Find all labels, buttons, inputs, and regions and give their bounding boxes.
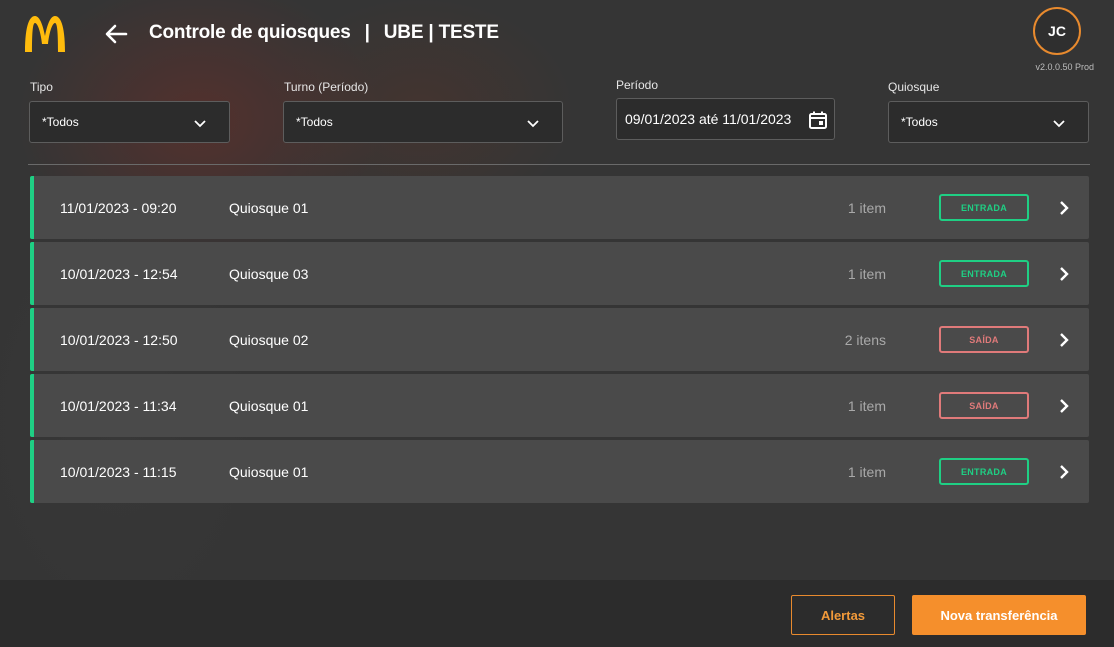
status-badge: SAÍDA [939,326,1029,353]
transfer-kiosk: Quiosque 01 [229,200,309,216]
transfer-row[interactable]: 10/01/2023 - 12:50 Quiosque 02 2 itens S… [30,308,1089,371]
quiosque-label: Quiosque [888,80,940,94]
chevron-down-icon [527,120,539,128]
transfer-row[interactable]: 10/01/2023 - 11:34 Quiosque 01 1 item SA… [30,374,1089,437]
quiosque-select-value: *Todos [901,115,938,129]
turno-select-value: *Todos [296,115,333,129]
footer-bar: Alertas Nova transferência [0,580,1114,647]
transfer-datetime: 10/01/2023 - 12:54 [60,266,178,282]
new-transfer-button[interactable]: Nova transferência [912,595,1086,635]
transfer-datetime: 10/01/2023 - 12:50 [60,332,178,348]
transfer-item-count: 1 item [847,464,886,480]
page-title: Controle de quiosques | UBE | TESTE [149,22,499,44]
transfer-row[interactable]: 11/01/2023 - 09:20 Quiosque 01 1 item EN… [30,176,1089,239]
tipo-select[interactable]: *Todos [29,101,230,143]
transfer-item-count: 1 item [847,200,886,216]
periodo-value: 09/01/2023 até 11/01/2023 [625,111,792,127]
transfer-list: 11/01/2023 - 09:20 Quiosque 01 1 item EN… [30,176,1089,506]
store-name: UBE | TESTE [383,22,499,43]
transfer-kiosk: Quiosque 03 [229,266,309,282]
alerts-button[interactable]: Alertas [791,595,895,635]
calendar-icon[interactable] [808,110,828,130]
chevron-right-icon[interactable] [1056,266,1072,282]
transfer-item-count: 1 item [847,266,886,282]
quiosque-select[interactable]: *Todos [888,101,1089,143]
chevron-right-icon[interactable] [1056,200,1072,216]
chevron-right-icon[interactable] [1056,398,1072,414]
status-badge: ENTRADA [939,194,1029,221]
transfer-item-count: 1 item [847,398,886,414]
page-title-text: Controle de quiosques [149,22,351,43]
transfer-datetime: 11/01/2023 - 09:20 [60,200,177,216]
transfer-kiosk: Quiosque 02 [229,332,309,348]
transfer-datetime: 10/01/2023 - 11:34 [60,398,177,414]
transfer-kiosk: Quiosque 01 [229,398,309,414]
arrow-left-icon[interactable] [102,20,130,48]
transfer-kiosk: Quiosque 01 [229,464,309,480]
status-badge: ENTRADA [939,458,1029,485]
golden-arches-logo [25,16,65,52]
status-badge: ENTRADA [939,260,1029,287]
periodo-date-range-field[interactable]: 09/01/2023 até 11/01/2023 [616,98,835,140]
version-label: v2.0.0.50 Prod [1035,62,1094,72]
periodo-label: Período [616,78,659,92]
transfer-row[interactable]: 10/01/2023 - 12:54 Quiosque 03 1 item EN… [30,242,1089,305]
transfer-row[interactable]: 10/01/2023 - 11:15 Quiosque 01 1 item EN… [30,440,1089,503]
turno-label: Turno (Período) [284,80,369,94]
avatar[interactable]: JC [1033,7,1081,55]
turno-select[interactable]: *Todos [283,101,563,143]
filters-divider [28,164,1090,165]
tipo-label: Tipo [30,80,53,94]
tipo-select-value: *Todos [42,115,79,129]
transfer-item-count: 2 itens [844,332,886,348]
title-separator: | [364,22,370,43]
status-badge: SAÍDA [939,392,1029,419]
chevron-right-icon[interactable] [1056,464,1072,480]
transfer-datetime: 10/01/2023 - 11:15 [60,464,177,480]
header: Controle de quiosques | UBE | TESTE JC v2.… [0,0,1114,72]
chevron-right-icon[interactable] [1056,332,1072,348]
chevron-down-icon [194,120,206,128]
chevron-down-icon [1053,120,1065,128]
